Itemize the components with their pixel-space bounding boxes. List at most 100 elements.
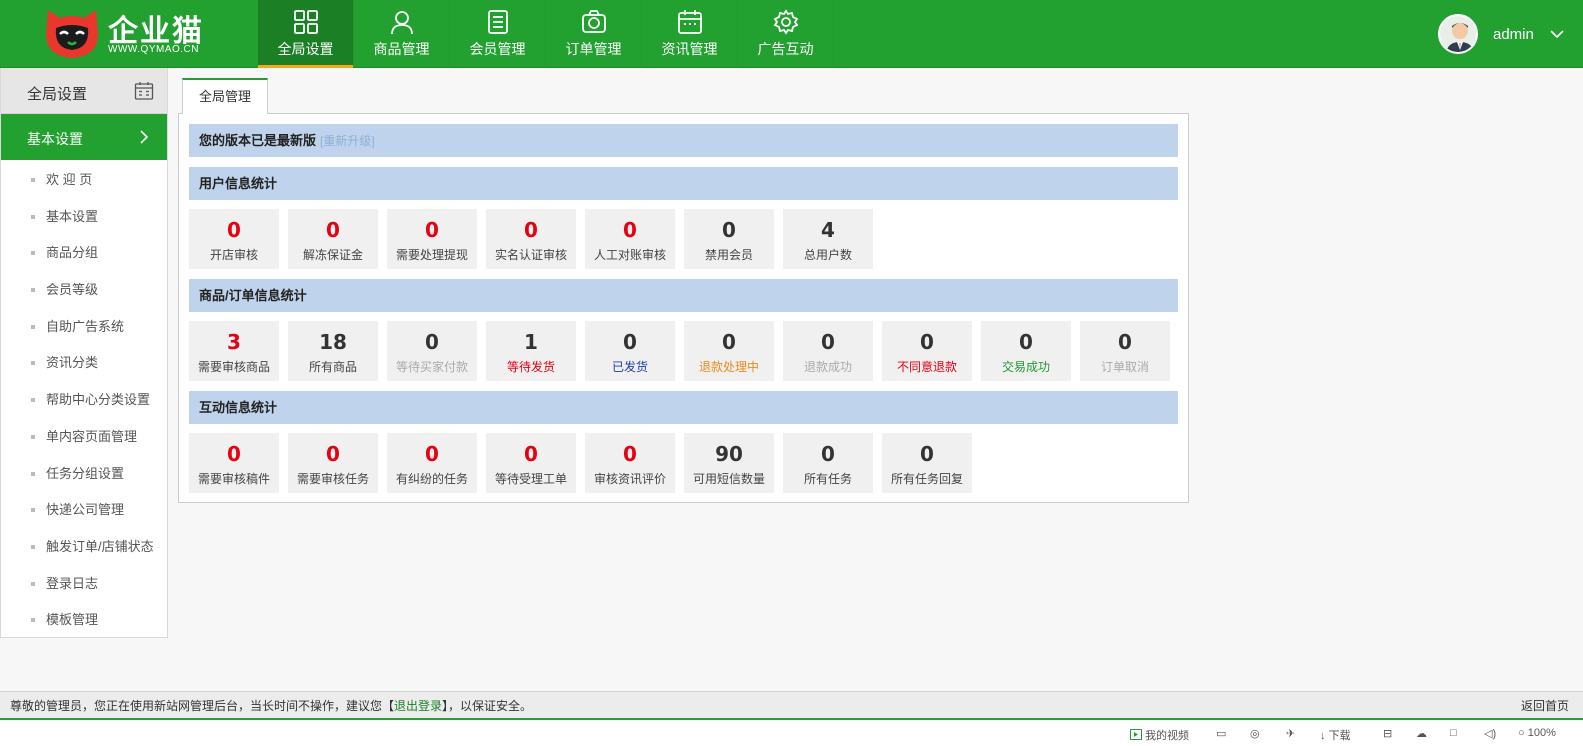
stat-value: 0 xyxy=(1118,330,1132,354)
sidebar-item-member-levels[interactable]: 会员等级 xyxy=(1,272,167,309)
nav-label: 商品管理 xyxy=(373,41,430,57)
sidebar-item-goods-groups[interactable]: 商品分组 xyxy=(1,235,167,272)
stat-card[interactable]: 3 需要审核商品 xyxy=(189,321,279,381)
logout-link[interactable]: 退出登录 xyxy=(394,699,442,713)
stat-value: 1 xyxy=(524,330,538,354)
stat-card[interactable]: 0 等待买家付款 xyxy=(387,321,477,381)
stat-value: 0 xyxy=(425,442,439,466)
stat-card[interactable]: 0 需要处理提现 xyxy=(387,209,477,269)
nav-orders[interactable]: 订单管理 xyxy=(546,0,642,68)
user-menu[interactable]: admin xyxy=(1438,0,1583,68)
sidebar-item-login-log[interactable]: 登录日志 xyxy=(1,566,167,603)
stat-card[interactable]: 0 退款处理中 xyxy=(684,321,774,381)
nav-news[interactable]: 资讯管理 xyxy=(642,0,738,68)
window-icon[interactable]: □ xyxy=(1450,727,1457,739)
stat-card[interactable]: 0 所有任务 xyxy=(783,433,873,493)
footer-notice: 尊敬的管理员，您正在使用新站网管理后台，当长时间不操作，建议您【退出登录】，以保… xyxy=(10,692,532,720)
stat-card[interactable]: 4 总用户数 xyxy=(783,209,873,269)
calendar-grid-icon[interactable] xyxy=(134,81,154,101)
sidebar-item-label: 单内容页面管理 xyxy=(46,428,138,444)
chevron-down-icon[interactable] xyxy=(1550,27,1564,41)
browser-status-bar: 我的视频 ▭ ◎ ✈ ↓ 下载 ⊟ ☁ □ ◁) ○ 100% xyxy=(0,721,1583,746)
sidebar: 全局设置 基本设置 欢 迎 页 基本设置 商品分组 会员等级 自助广告系统 资讯… xyxy=(0,68,168,638)
nav-members[interactable]: 会员管理 xyxy=(450,0,546,68)
stat-label: 可用短信数量 xyxy=(692,472,765,486)
stat-card[interactable]: 90 可用短信数量 xyxy=(684,433,774,493)
stat-card[interactable]: 0 退款成功 xyxy=(783,321,873,381)
sidebar-item-task-groups[interactable]: 任务分组设置 xyxy=(1,456,167,493)
print-icon[interactable]: ⊟ xyxy=(1383,727,1392,740)
sidebar-item-label: 欢 迎 页 xyxy=(46,172,93,187)
sidebar-item-ad-system[interactable]: 自助广告系统 xyxy=(1,309,167,346)
upgrade-link[interactable]: [重新升级] xyxy=(320,134,375,148)
volume-icon[interactable]: ◁) xyxy=(1484,727,1496,740)
stat-value: 0 xyxy=(425,330,439,354)
tab-global-management[interactable]: 全局管理 xyxy=(182,78,268,114)
stat-label: 订单取消 xyxy=(1100,360,1149,374)
sidebar-item-trigger-status[interactable]: 触发订单/店铺状态 xyxy=(1,529,167,566)
back-home-link[interactable]: 返回首页 xyxy=(1521,692,1569,720)
sidebar-item-templates[interactable]: 模板管理 xyxy=(1,602,167,639)
sidebar-menu: 欢 迎 页 基本设置 商品分组 会员等级 自助广告系统 资讯分类 帮助中心分类设… xyxy=(1,160,167,639)
grid-icon xyxy=(293,10,318,34)
bullet-icon xyxy=(31,251,35,256)
footer-bar: 尊敬的管理员，您正在使用新站网管理后台，当长时间不操作，建议您【退出登录】，以保… xyxy=(0,691,1583,720)
sidebar-item-single-pages[interactable]: 单内容页面管理 xyxy=(1,419,167,456)
stat-value: 3 xyxy=(227,330,241,354)
stat-label: 等待受理工单 xyxy=(494,472,567,486)
user-stats-row: 0 开店审核 0 解冻保证金 0 需要处理提现 0 实名认证审核 0 人工对账审核 0 禁用… xyxy=(189,209,882,269)
download-button[interactable]: ↓ 下载 xyxy=(1320,727,1351,743)
sidebar-item-label: 自助广告系统 xyxy=(46,318,125,334)
stat-card[interactable]: 0 解冻保证金 xyxy=(288,209,378,269)
stat-card[interactable]: 0 等待受理工单 xyxy=(486,433,576,493)
stat-card[interactable]: 0 不同意退款 xyxy=(882,321,972,381)
stat-label: 所有任务回复 xyxy=(890,472,963,486)
zoom-level: 100% xyxy=(1527,727,1556,739)
stat-card[interactable]: 0 审核资讯评价 xyxy=(585,433,675,493)
nav-label: 广告互动 xyxy=(757,41,814,57)
stat-card[interactable]: 18 所有商品 xyxy=(288,321,378,381)
sidebar-item-label: 基本设置 xyxy=(46,208,99,224)
bullet-icon xyxy=(31,288,35,293)
cloud-icon[interactable]: ☁ xyxy=(1416,727,1427,740)
stat-card[interactable]: 0 交易成功 xyxy=(981,321,1071,381)
goods-stats-row: 3 需要审核商品 18 所有商品 0 等待买家付款 1 等待发货 0 已发货 0 退款处理中… xyxy=(189,321,1179,381)
username: admin xyxy=(1493,26,1534,43)
stat-card[interactable]: 1 等待发货 xyxy=(486,321,576,381)
image-icon[interactable]: ▭ xyxy=(1216,727,1226,740)
sidebar-item-help-categories[interactable]: 帮助中心分类设置 xyxy=(1,382,167,419)
avatar[interactable] xyxy=(1438,14,1478,54)
stat-value: 0 xyxy=(821,330,835,354)
brand-logo[interactable]: 企业猫 WWW.QYMAO.CN xyxy=(42,4,242,62)
download-label: 下载 xyxy=(1328,730,1351,742)
stat-card[interactable]: 0 已发货 xyxy=(585,321,675,381)
sidebar-section-basic[interactable]: 基本设置 xyxy=(1,114,167,160)
my-video-button[interactable]: 我的视频 xyxy=(1130,727,1189,743)
nav-goods[interactable]: 商品管理 xyxy=(354,0,450,68)
zoom-control[interactable]: ○ 100% xyxy=(1518,727,1556,739)
avatar-person-icon xyxy=(1446,23,1474,52)
rocket-icon[interactable]: ✈ xyxy=(1286,727,1295,740)
stat-card[interactable]: 0 人工对账审核 xyxy=(585,209,675,269)
stat-card[interactable]: 0 需要审核稿件 xyxy=(189,433,279,493)
sidebar-item-welcome[interactable]: 欢 迎 页 xyxy=(1,162,167,199)
stat-card[interactable]: 0 订单取消 xyxy=(1080,321,1170,381)
nav-global-settings[interactable]: 全局设置 xyxy=(258,0,354,68)
stat-value: 0 xyxy=(920,330,934,354)
stat-card[interactable]: 0 需要审核任务 xyxy=(288,433,378,493)
game-icon[interactable]: ◎ xyxy=(1250,727,1260,740)
sidebar-item-label: 快递公司管理 xyxy=(46,502,125,518)
nav-ads[interactable]: 广告互动 xyxy=(738,0,834,68)
stat-value: 4 xyxy=(821,218,835,242)
stat-card[interactable]: 0 开店审核 xyxy=(189,209,279,269)
stat-card[interactable]: 0 有纠纷的任务 xyxy=(387,433,477,493)
sidebar-item-couriers[interactable]: 快递公司管理 xyxy=(1,492,167,529)
bullet-icon xyxy=(31,434,35,439)
sidebar-item-news-categories[interactable]: 资讯分类 xyxy=(1,345,167,382)
stat-card[interactable]: 0 实名认证审核 xyxy=(486,209,576,269)
sidebar-item-basic-settings[interactable]: 基本设置 xyxy=(1,199,167,236)
sidebar-item-label: 帮助中心分类设置 xyxy=(46,392,151,408)
stat-value: 0 xyxy=(722,330,736,354)
stat-card[interactable]: 0 所有任务回复 xyxy=(882,433,972,493)
stat-card[interactable]: 0 禁用会员 xyxy=(684,209,774,269)
